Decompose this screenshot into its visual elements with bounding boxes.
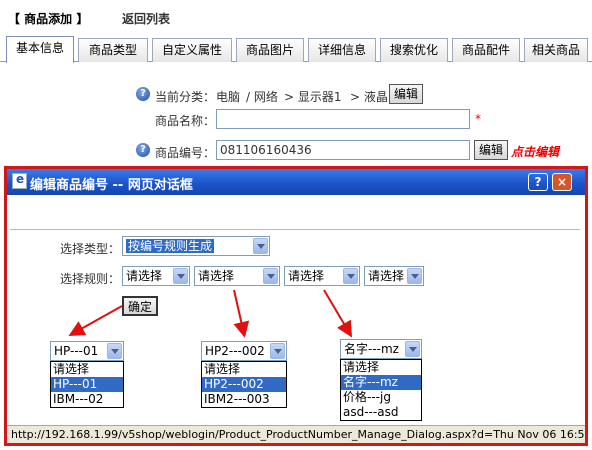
list-item[interactable]: 请选择 (341, 360, 421, 375)
example-listbox-2[interactable]: 请选择 HP2---002 IBM2---003 (201, 361, 287, 408)
chevron-down-icon (405, 341, 420, 357)
example-select-1[interactable]: HP---01 (50, 341, 124, 361)
dialog-status-bar: http://192.168.1.99/v5shop/weblogin/Prod… (7, 425, 585, 443)
arrow-3 (323, 289, 353, 338)
list-item[interactable]: 请选择 (202, 362, 286, 377)
example-select-3[interactable]: 名字---mz (340, 339, 422, 359)
list-item[interactable]: IBM2---003 (202, 392, 286, 407)
arrow-1 (68, 305, 123, 336)
list-item[interactable]: IBM---02 (51, 392, 123, 407)
example-listbox-3[interactable]: 请选择 名字---mz 价格---jg asd---asd (340, 359, 422, 421)
example-select-2[interactable]: HP2---002 (201, 341, 287, 361)
list-item[interactable]: asd---asd (341, 405, 421, 420)
chevron-down-icon (270, 343, 285, 359)
list-item[interactable]: HP2---002 (202, 377, 286, 392)
example-listbox-1[interactable]: 请选择 HP---01 IBM---02 (50, 361, 124, 408)
list-item[interactable]: 请选择 (51, 362, 123, 377)
arrow-2 (233, 289, 250, 338)
list-item[interactable]: 名字---mz (341, 375, 421, 390)
list-item[interactable]: HP---01 (51, 377, 123, 392)
example-select-1-value: HP---01 (54, 344, 99, 358)
example-select-3-value: 名字---mz (344, 342, 399, 356)
example-select-2-value: HP2---002 (205, 344, 265, 358)
chevron-down-icon (107, 343, 122, 359)
list-item[interactable]: 价格---jg (341, 390, 421, 405)
